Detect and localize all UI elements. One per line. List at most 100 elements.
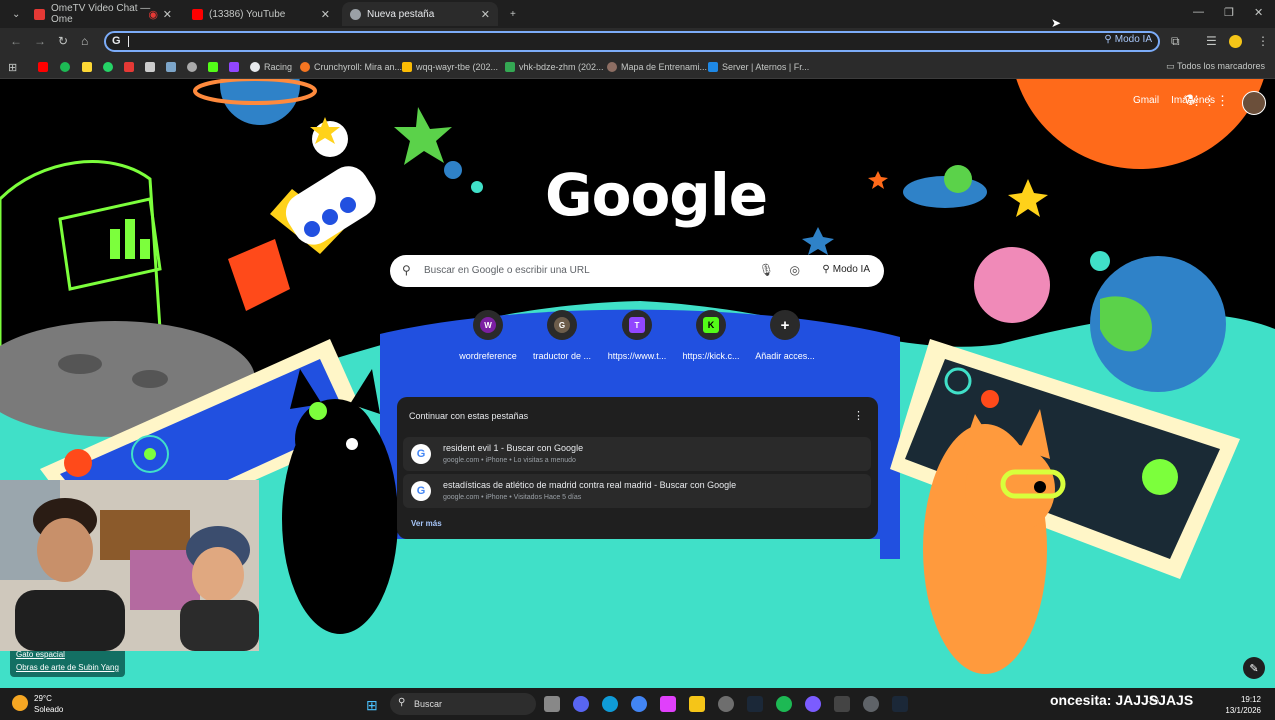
bookmark-item[interactable] bbox=[82, 60, 96, 74]
bookmark-icon bbox=[607, 62, 617, 72]
app-icon[interactable] bbox=[805, 696, 821, 712]
bookmark-aternos[interactable]: Server | Aternos | Fr... bbox=[708, 60, 809, 74]
back-icon[interactable]: ← bbox=[10, 34, 22, 48]
maximize-icon[interactable]: ❐ bbox=[1224, 6, 1234, 19]
audio-app-icon[interactable] bbox=[834, 696, 850, 712]
search-box[interactable]: ⚲ Buscar en Google o escribir una URL 🎙 … bbox=[390, 255, 884, 287]
chevron-down-icon: ⌄ bbox=[12, 8, 21, 20]
add-shortcut-tile[interactable]: + Añadir acces... bbox=[745, 310, 825, 361]
minimize-icon[interactable]: — bbox=[1193, 6, 1204, 18]
copilot-icon[interactable] bbox=[660, 696, 676, 712]
weather-widget[interactable]: 29°C Soleado bbox=[12, 693, 63, 715]
tab-search-icon[interactable]: ☰ bbox=[1206, 34, 1217, 48]
more-menu-icon[interactable]: ⋮ bbox=[1257, 34, 1269, 48]
tab-title: Nueva pestaña bbox=[367, 8, 435, 20]
tab-new-tab[interactable]: Nueva pestaña ✕ bbox=[342, 2, 498, 26]
bookmark-item[interactable] bbox=[187, 60, 201, 74]
card-header: Continuar con estas pestañas bbox=[409, 411, 529, 421]
twitch-icon bbox=[229, 62, 239, 72]
modo-ia-button[interactable]: ⚲ Modo IA bbox=[1104, 34, 1152, 45]
steam-icon[interactable] bbox=[892, 696, 908, 712]
search-icon: ⚲ bbox=[402, 263, 411, 277]
continue-item[interactable]: G estadísticas de atlético de madrid con… bbox=[403, 474, 871, 508]
taskbar-search[interactable]: ⚲ Buscar bbox=[390, 693, 536, 715]
google-apps-icon[interactable]: ⋮⋮⋮ bbox=[1190, 93, 1229, 109]
shortcut-icon: W bbox=[473, 310, 503, 340]
shortcut-tile[interactable]: K https://kick.c... bbox=[671, 310, 751, 361]
google-lens-icon[interactable]: ◎ bbox=[790, 263, 800, 277]
bookmark-item[interactable] bbox=[38, 60, 52, 74]
credit-author[interactable]: Obras de arte de Subin Yang bbox=[16, 661, 119, 674]
google-icon: G bbox=[554, 317, 570, 333]
plus-icon: + bbox=[510, 8, 516, 20]
file-explorer-icon[interactable] bbox=[689, 696, 705, 712]
windows-start-icon[interactable]: ⊞ bbox=[366, 697, 378, 714]
shortcut-icon: T bbox=[622, 310, 652, 340]
close-icon[interactable]: ✕ bbox=[163, 8, 172, 21]
chrome-icon[interactable] bbox=[631, 696, 647, 712]
continue-item[interactable]: G resident evil 1 - Buscar con Google go… bbox=[403, 437, 871, 471]
bookmark-label: wqq-wayr-tbe (202... bbox=[416, 62, 499, 72]
home-icon[interactable]: ⌂ bbox=[81, 34, 88, 48]
address-bar[interactable]: G ⚲ Modo IA bbox=[104, 31, 1160, 52]
github-icon[interactable] bbox=[718, 696, 734, 712]
bookmark-item[interactable] bbox=[145, 60, 159, 74]
task-view-icon[interactable] bbox=[544, 696, 560, 712]
bookmark-label: vhk-bdze-zhm (202... bbox=[519, 62, 604, 72]
tab-ometv[interactable]: OmeTV Video Chat — Ome ◉ ✕ bbox=[26, 2, 180, 26]
settings-icon[interactable] bbox=[863, 696, 879, 712]
bookmark-meet-2[interactable]: vhk-bdze-zhm (202... bbox=[505, 60, 604, 74]
ai-search-icon: ⚲ bbox=[822, 264, 830, 275]
folder-label: Todos los marcadores bbox=[1176, 61, 1265, 71]
account-avatar[interactable] bbox=[1242, 91, 1266, 115]
shortcut-icon: G bbox=[547, 310, 577, 340]
close-icon[interactable]: ✕ bbox=[321, 8, 330, 21]
reload-icon[interactable]: ↻ bbox=[58, 34, 68, 48]
shortcut-tile[interactable]: T https://www.t... bbox=[597, 310, 677, 361]
bookmark-label: Server | Aternos | Fr... bbox=[722, 62, 810, 72]
microphone-icon[interactable]: 🎙 bbox=[759, 263, 774, 277]
extensions-icon[interactable]: ⧉ bbox=[1171, 34, 1180, 49]
shortcut-tile[interactable]: G traductor de ... bbox=[522, 310, 602, 361]
close-icon[interactable]: ✕ bbox=[481, 8, 490, 21]
bookmark-item[interactable] bbox=[208, 60, 222, 74]
new-tab-button[interactable]: + bbox=[502, 2, 522, 26]
apps-grid-icon[interactable]: ⊞ bbox=[8, 60, 17, 74]
profile-extension-icon[interactable] bbox=[1229, 35, 1242, 48]
clock-time: 19:12 bbox=[1240, 695, 1261, 704]
twitch-icon: T bbox=[629, 317, 645, 333]
system-clock[interactable]: 19:12 13/1/2026 bbox=[1225, 694, 1261, 716]
bookmark-crunchyroll[interactable]: Crunchyroll: Mira an... bbox=[300, 60, 402, 74]
discord-icon[interactable] bbox=[573, 696, 589, 712]
bookmark-racing[interactable]: Racing bbox=[250, 60, 292, 74]
bookmark-item[interactable] bbox=[166, 60, 180, 74]
whatsapp-icon bbox=[103, 62, 113, 72]
edge-icon[interactable] bbox=[602, 696, 618, 712]
bookmark-item[interactable] bbox=[124, 60, 138, 74]
more-options-icon[interactable]: ⋮ bbox=[853, 409, 864, 422]
bookmark-mapa[interactable]: Mapa de Entrenami... bbox=[607, 60, 707, 74]
modo-ia-search-button[interactable]: ⚲ Modo IA bbox=[822, 264, 870, 275]
shortcut-label: wordreference bbox=[459, 351, 517, 361]
forward-icon[interactable]: → bbox=[34, 34, 46, 48]
steam-icon[interactable] bbox=[747, 696, 763, 712]
shortcut-tile[interactable]: W wordreference bbox=[448, 310, 528, 361]
item-subtitle: google.com • iPhone • Lo visitas a menud… bbox=[443, 457, 576, 464]
bookmark-item[interactable] bbox=[103, 60, 117, 74]
close-window-icon[interactable]: ✕ bbox=[1254, 6, 1263, 19]
tab-search-button[interactable]: ⌄ bbox=[4, 2, 26, 26]
continue-tabs-card: Continuar con estas pestañas ⋮ G residen… bbox=[397, 397, 878, 539]
bookmark-item[interactable] bbox=[60, 60, 74, 74]
google-icon: G bbox=[411, 444, 431, 464]
see-more-link[interactable]: Ver más bbox=[411, 519, 442, 528]
customize-pencil-icon[interactable]: ✎ bbox=[1243, 657, 1265, 679]
all-bookmarks-folder[interactable]: ▭ Todos los marcadores bbox=[1166, 61, 1265, 72]
language-indicator[interactable]: LAA bbox=[1146, 697, 1159, 705]
tab-youtube[interactable]: (13386) YouTube ✕ bbox=[184, 2, 338, 26]
bookmark-item[interactable] bbox=[229, 60, 243, 74]
bookmark-meet-1[interactable]: wqq-wayr-tbe (202... bbox=[402, 60, 498, 74]
modo-ia-label: Modo IA bbox=[832, 264, 870, 275]
gmail-link[interactable]: Gmail bbox=[1133, 95, 1159, 106]
spotify-icon[interactable] bbox=[776, 696, 792, 712]
aternos-icon bbox=[708, 62, 718, 72]
